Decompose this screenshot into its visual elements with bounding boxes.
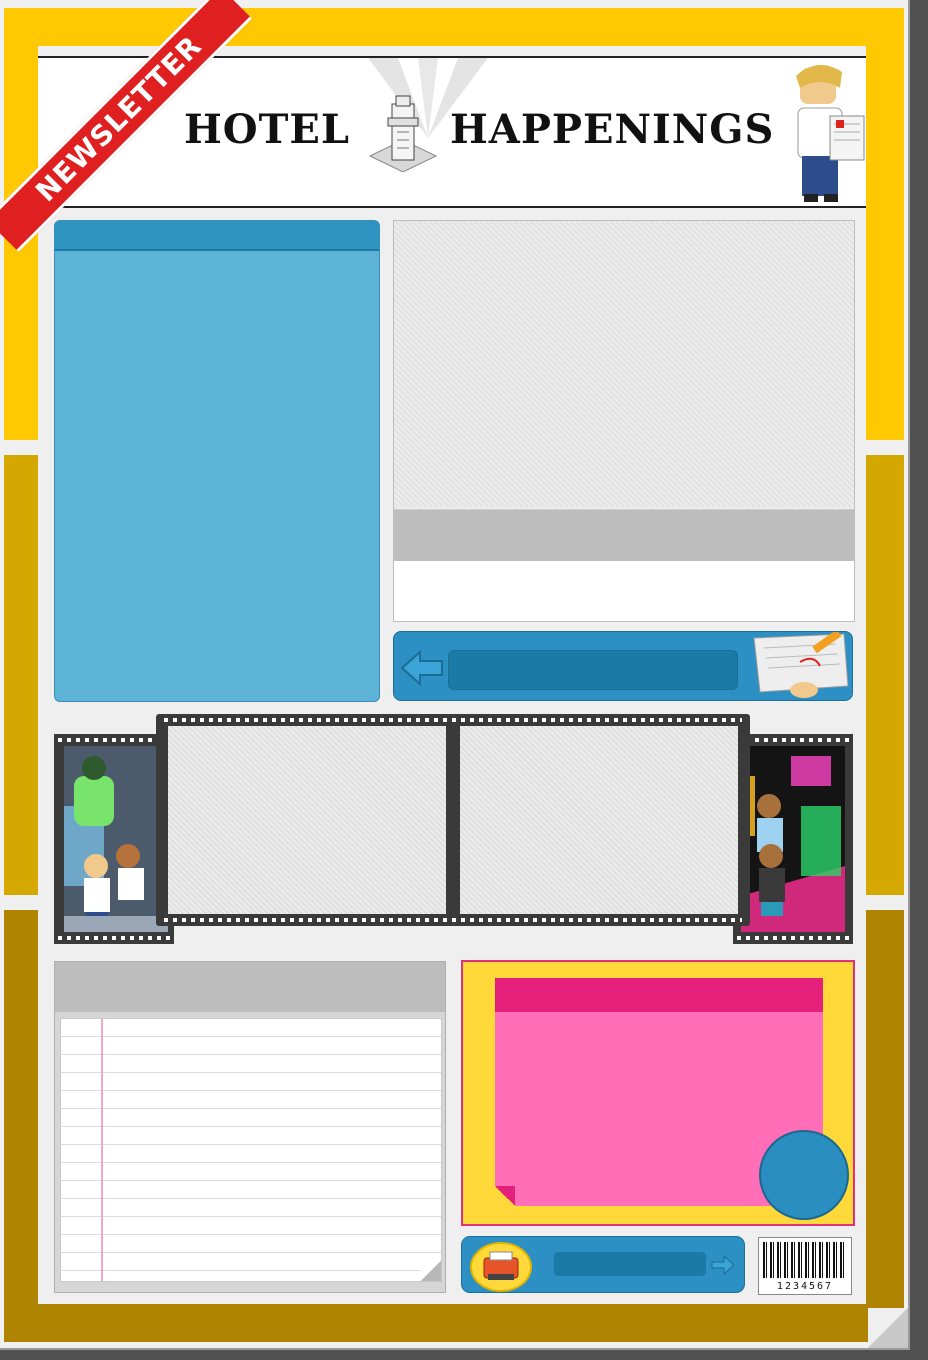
photo-frame-1[interactable]	[168, 726, 446, 914]
pencil-note-icon	[753, 632, 849, 698]
caption-body	[394, 561, 854, 621]
image-placeholder	[394, 221, 854, 507]
typewriter-icon	[470, 1242, 532, 1292]
feature-image-panel	[393, 220, 855, 622]
nav-field[interactable]	[448, 650, 738, 690]
photo-frame-2[interactable]	[460, 726, 738, 914]
barcode-number: 1234567	[776, 1281, 834, 1292]
notebook-header	[55, 962, 445, 1012]
paper-margin-line	[101, 1019, 103, 1281]
sticky-fold-icon	[495, 1186, 515, 1206]
caption-bar	[394, 509, 854, 562]
barcode: 1234567	[758, 1237, 852, 1295]
filmstrip-right	[733, 734, 853, 944]
article-blue-panel	[54, 220, 380, 702]
back-arrow-icon[interactable]	[400, 648, 444, 688]
newsletter-page: HOTEL HAPPENINGS NEWSLETTER 1234567	[0, 0, 910, 1350]
submit-bar[interactable]	[461, 1236, 745, 1293]
title-hotel: HOTEL	[184, 106, 351, 153]
page-corner-fold	[868, 1308, 908, 1348]
forward-arrow-icon[interactable]	[710, 1255, 736, 1275]
filmstrip-main	[156, 714, 750, 926]
page-curl-icon	[421, 1261, 441, 1281]
blue-panel-header	[55, 221, 379, 251]
title-happenings: HAPPENINGS	[450, 106, 775, 153]
sticky-note-header	[495, 978, 823, 1012]
reporter-avatar	[796, 64, 865, 202]
submit-field[interactable]	[554, 1252, 706, 1276]
article-nav-bar[interactable]	[393, 631, 853, 701]
blue-sticker	[759, 1130, 849, 1220]
lined-paper	[60, 1018, 442, 1282]
barcode-bars	[763, 1242, 847, 1278]
room-snapshot-right	[741, 746, 845, 932]
hotel-tower-icon	[368, 95, 438, 172]
notebook-panel	[54, 961, 446, 1293]
sticky-note-panel	[461, 960, 855, 1226]
room-snapshot-left	[64, 746, 168, 932]
